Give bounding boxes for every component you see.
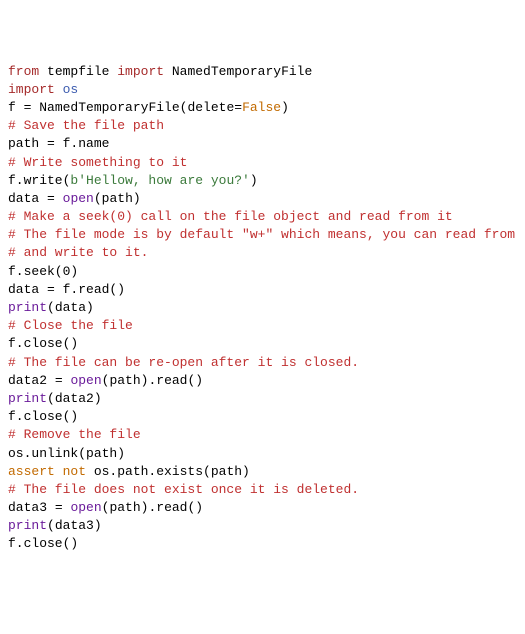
code-token: print — [8, 391, 47, 406]
code-token: os.path.exists(path) — [86, 464, 250, 479]
code-token — [55, 191, 63, 206]
code-line: print(data) — [8, 299, 517, 317]
code-line: print(data2) — [8, 390, 517, 408]
code-token: tempfile — [39, 64, 117, 79]
code-token: ) — [250, 173, 258, 188]
code-line: data = f.read() — [8, 281, 517, 299]
code-token: f.write( — [8, 173, 70, 188]
code-token: from — [8, 64, 39, 79]
code-line: f.close() — [8, 535, 517, 553]
code-line: # The file mode is by default "w+" which… — [8, 226, 517, 244]
code-token: (data2) — [47, 391, 102, 406]
code-token: import — [117, 64, 164, 79]
code-line: assert not os.path.exists(path) — [8, 463, 517, 481]
code-line: f = NamedTemporaryFile(delete=False) — [8, 99, 517, 117]
code-line: # Write something to it — [8, 154, 517, 172]
code-line: data2 = open(path).read() — [8, 372, 517, 390]
code-token: (path).read() — [102, 500, 203, 515]
code-token: f.close() — [8, 336, 78, 351]
code-line: # Save the file path — [8, 117, 517, 135]
code-token: path — [8, 136, 47, 151]
code-token: # Write something to it — [8, 155, 187, 170]
code-token: ) — [70, 264, 78, 279]
code-token: # Close the file — [8, 318, 133, 333]
code-token: open — [70, 500, 101, 515]
code-line: f.close() — [8, 335, 517, 353]
code-token: f.close() — [8, 409, 78, 424]
code-token: print — [8, 518, 47, 533]
code-token: import — [8, 82, 55, 97]
code-token: # Save the file path — [8, 118, 164, 133]
code-token: = — [47, 191, 55, 206]
code-token: (path).read() — [102, 373, 203, 388]
code-token: b'Hellow, how are you?' — [70, 173, 249, 188]
code-line: os.unlink(path) — [8, 445, 517, 463]
code-token: assert not — [8, 464, 86, 479]
code-line: f.write(b'Hellow, how are you?') — [8, 172, 517, 190]
code-token: # Make a seek(0) call on the file object… — [8, 209, 453, 224]
code-token: os — [63, 82, 79, 97]
code-token: open — [63, 191, 94, 206]
code-token: (path) — [94, 191, 141, 206]
code-token: f.seek( — [8, 264, 63, 279]
code-token: open — [70, 373, 101, 388]
code-token: False — [242, 100, 281, 115]
code-token: # Remove the file — [8, 427, 141, 442]
code-line: # Make a seek(0) call on the file object… — [8, 208, 517, 226]
code-token: f.name — [55, 136, 110, 151]
code-token: f.read() — [55, 282, 125, 297]
code-token: # The file can be re-open after it is cl… — [8, 355, 359, 370]
code-token: # The file does not exist once it is del… — [8, 482, 359, 497]
code-token: data — [8, 191, 47, 206]
code-token: ) — [281, 100, 289, 115]
code-token: = — [234, 100, 242, 115]
code-token: = — [47, 282, 55, 297]
code-line: data = open(path) — [8, 190, 517, 208]
code-token: data2 — [8, 373, 55, 388]
code-line: # The file does not exist once it is del… — [8, 481, 517, 499]
code-line: data3 = open(path).read() — [8, 499, 517, 517]
code-line: # Close the file — [8, 317, 517, 335]
code-token: print — [8, 300, 47, 315]
code-token: data — [8, 282, 47, 297]
code-line: from tempfile import NamedTemporaryFile — [8, 63, 517, 81]
code-line: # The file can be re-open after it is cl… — [8, 354, 517, 372]
code-line: f.seek(0) — [8, 263, 517, 281]
code-token: NamedTemporaryFile — [164, 64, 312, 79]
code-line: import os — [8, 81, 517, 99]
code-token: = — [55, 500, 63, 515]
code-line: # Remove the file — [8, 426, 517, 444]
code-block: from tempfile import NamedTemporaryFilei… — [8, 63, 517, 554]
code-line: f.close() — [8, 408, 517, 426]
code-token: f.close() — [8, 536, 78, 551]
code-token: (data) — [47, 300, 94, 315]
code-token: = — [47, 136, 55, 151]
code-line: # and write to it. — [8, 244, 517, 262]
code-token — [55, 82, 63, 97]
code-token: # and write to it. — [8, 245, 148, 260]
code-token: os.unlink(path) — [8, 446, 125, 461]
code-token: NamedTemporaryFile(delete — [31, 100, 234, 115]
code-line: path = f.name — [8, 135, 517, 153]
code-token: data3 — [8, 500, 55, 515]
code-token: (data3) — [47, 518, 102, 533]
code-token: # The file mode is by default "w+" which… — [8, 227, 515, 242]
code-line: print(data3) — [8, 517, 517, 535]
code-token: = — [55, 373, 63, 388]
code-token: f — [8, 100, 24, 115]
